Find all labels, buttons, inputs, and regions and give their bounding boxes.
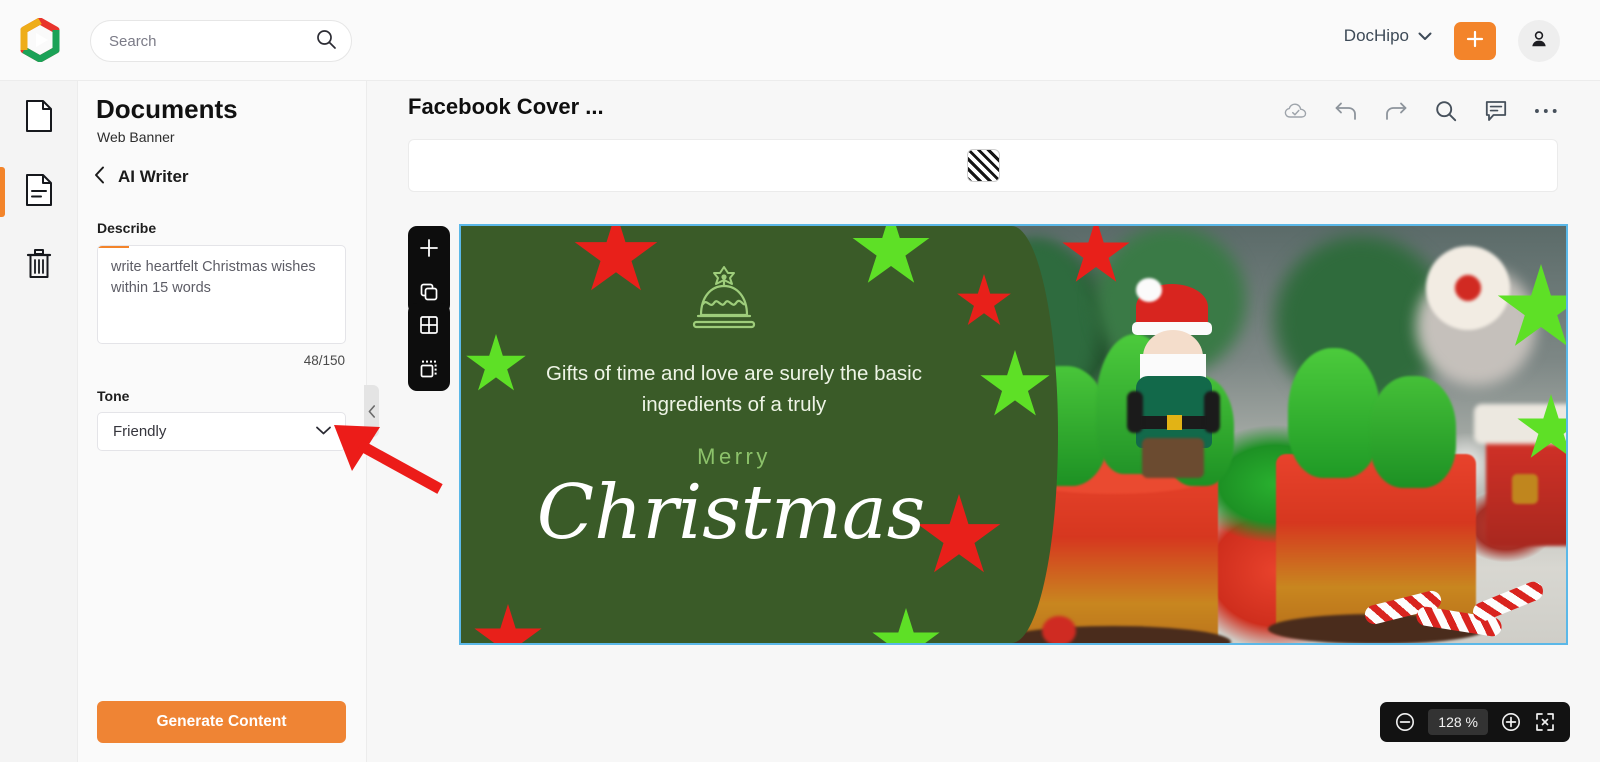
panel-collapse-handle[interactable] [364,385,379,437]
design-canvas[interactable]: Gifts of time and love are surely the ba… [459,224,1568,645]
comment-icon[interactable] [1484,99,1508,123]
back-label: AI Writer [118,167,189,186]
back-to-ai-writer[interactable]: AI Writer [94,166,189,188]
plus-icon [1465,29,1485,54]
user-avatar-icon [1528,28,1550,55]
sidebar-item-trash[interactable] [0,229,78,303]
fullscreen-icon[interactable] [1534,711,1556,733]
grid-icon[interactable] [414,310,444,340]
dochipo-logo-icon[interactable] [18,17,62,63]
ai-writer-panel: Documents Web Banner AI Writer Describe … [78,81,367,762]
search-icon [315,28,337,55]
search-input[interactable] [109,32,315,50]
trash-icon [24,247,54,286]
christmas-pudding-icon [683,259,765,342]
design-quote-text: Gifts of time and love are surely the ba… [545,362,922,416]
generate-content-button[interactable]: Generate Content [97,701,346,743]
top-bar: DocHipo [0,0,1600,81]
brand-menu[interactable]: DocHipo [1344,26,1432,46]
design-christmas-text: Christmas [536,468,926,556]
search-box[interactable] [90,20,352,62]
sidebar-item-documents[interactable] [0,81,78,155]
search-icon[interactable] [1434,99,1458,123]
tone-label: Tone [97,388,130,404]
tone-value: Friendly [113,423,167,440]
zoom-level-value[interactable]: 128 % [1428,709,1488,735]
zoom-in-icon[interactable] [1500,711,1522,733]
background-pattern-swatch[interactable] [966,149,1000,182]
describe-label: Describe [97,220,157,236]
panel-subtitle: Web Banner [97,129,175,145]
create-new-button[interactable] [1454,22,1496,60]
more-options-icon[interactable] [1534,99,1558,123]
zoom-out-icon[interactable] [1394,711,1416,733]
chevron-left-icon [94,166,105,188]
crop-selection-icon[interactable] [414,354,444,384]
page-actions-toolbar [408,226,450,314]
document-lines-icon [24,173,54,212]
add-page-icon[interactable] [414,233,444,263]
tone-select[interactable]: Friendly [97,412,346,451]
chevron-down-icon [1418,26,1432,46]
sidebar-item-ai-writer[interactable] [0,155,78,229]
document-title[interactable]: Facebook Cover ... [408,94,604,120]
editor-toolbar [1284,99,1558,123]
editor-area: Facebook Cover ... Gifts of time and lov… [367,81,1600,762]
chevron-down-icon [315,423,332,440]
undo-icon[interactable] [1334,99,1358,123]
cloud-save-icon[interactable] [1284,99,1308,123]
redo-icon[interactable] [1384,99,1408,123]
character-counter: 48/150 [303,353,345,368]
left-icon-rail [0,81,78,762]
brand-label: DocHipo [1343,26,1409,45]
page-title: Documents [96,94,238,124]
zoom-controls: 128 % [1380,702,1570,742]
properties-bar [408,139,1558,192]
avatar[interactable] [1518,20,1560,62]
view-tools-toolbar [408,303,450,391]
dochipo-editor-app: DocHipo [0,0,1600,762]
describe-input[interactable]: write heartfelt Christmas wishes within … [97,245,346,344]
document-icon [24,99,54,138]
